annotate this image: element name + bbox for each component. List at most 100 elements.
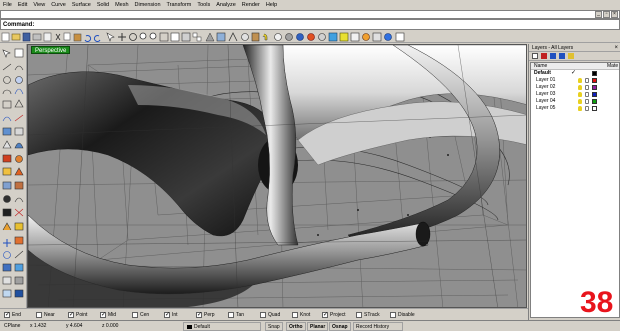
minimize-button[interactable]: _ bbox=[595, 11, 602, 18]
delete-layer-icon[interactable] bbox=[541, 53, 547, 59]
lock-icon[interactable] bbox=[585, 106, 589, 111]
osnap-perp[interactable]: ✓ Perp bbox=[196, 311, 215, 319]
menu-item-curve[interactable]: Curve bbox=[51, 0, 66, 10]
layer-name: Layer 04 bbox=[536, 98, 556, 104]
osnap-checkbox[interactable] bbox=[132, 312, 138, 318]
osnap-checkbox[interactable] bbox=[390, 312, 396, 318]
osnap-int[interactable]: ✓ Int bbox=[164, 311, 178, 319]
menu-item-tools[interactable]: Tools bbox=[197, 0, 210, 10]
menu-item-file[interactable]: File bbox=[3, 0, 12, 10]
light-bulb-icon[interactable] bbox=[578, 99, 582, 104]
move-up-icon[interactable] bbox=[550, 53, 556, 59]
layer-color-swatch[interactable] bbox=[592, 106, 597, 111]
layer-color-swatch[interactable] bbox=[592, 78, 597, 83]
osnap-knot[interactable]: Knot bbox=[292, 311, 310, 319]
layer-row[interactable]: Layer 02 bbox=[531, 84, 619, 91]
menu-item-mesh[interactable]: Mesh bbox=[115, 0, 128, 10]
lock-icon[interactable] bbox=[585, 92, 589, 97]
layer-color-swatch[interactable] bbox=[592, 92, 597, 97]
menu-item-render[interactable]: Render bbox=[242, 0, 260, 10]
planar-toggle[interactable]: Planar bbox=[307, 322, 329, 331]
viewport-title[interactable]: Perspective bbox=[31, 46, 71, 54]
record-history-toggle[interactable]: Record History bbox=[353, 322, 403, 331]
menu-item-surface[interactable]: Surface bbox=[72, 0, 91, 10]
chamfer-icon bbox=[14, 197, 24, 203]
lock-icon bbox=[251, 32, 260, 42]
osnap-point[interactable]: ✓ Point bbox=[68, 311, 87, 319]
osnap-cen[interactable]: Cen bbox=[132, 311, 149, 319]
main-toolbar-icons[interactable] bbox=[0, 44, 27, 320]
layer-row[interactable]: Default ✓ bbox=[531, 70, 619, 77]
layer-list-header: Name Mate bbox=[531, 63, 619, 70]
new-layer-icon[interactable] bbox=[532, 53, 538, 59]
osnap-checkbox[interactable]: ✓ bbox=[4, 312, 10, 318]
osnap-checkbox[interactable]: ✓ bbox=[164, 312, 170, 318]
layer-row[interactable]: Layer 03 bbox=[531, 91, 619, 98]
material-column-header[interactable]: Mate bbox=[607, 63, 618, 70]
undo-view-icon bbox=[181, 32, 191, 42]
restore-button[interactable]: ▫ bbox=[603, 11, 610, 18]
layer-color-swatch[interactable] bbox=[592, 99, 597, 104]
osnap-checkbox[interactable] bbox=[356, 312, 362, 318]
close-button[interactable]: × bbox=[611, 11, 618, 18]
ortho-toggle[interactable]: Ortho bbox=[286, 322, 306, 331]
standard-toolbar bbox=[0, 31, 620, 43]
point-tool-icon bbox=[14, 48, 24, 58]
command-input[interactable] bbox=[37, 20, 619, 29]
osnap-toggle[interactable]: Osnap bbox=[329, 322, 351, 331]
osnap-checkbox[interactable]: ✓ bbox=[196, 312, 202, 318]
osnap-disable[interactable]: Disable bbox=[390, 311, 415, 319]
lock-icon[interactable] bbox=[585, 78, 589, 83]
osnap-end[interactable]: ✓ End bbox=[4, 311, 21, 319]
toolbar-icons[interactable] bbox=[1, 32, 405, 43]
osnap-project[interactable]: ✓ Project bbox=[322, 311, 346, 319]
osnap-checkbox[interactable] bbox=[228, 312, 234, 318]
layer-color-swatch[interactable] bbox=[592, 71, 597, 76]
cplane-label: CPlane bbox=[4, 323, 21, 329]
current-layer-panel[interactable]: Default bbox=[183, 322, 261, 331]
light-bulb-icon[interactable] bbox=[578, 92, 582, 97]
osnap-checkbox[interactable] bbox=[36, 312, 42, 318]
light-bulb-icon[interactable] bbox=[578, 106, 582, 111]
pan-icon bbox=[118, 33, 126, 41]
osnap-tan[interactable]: Tan bbox=[228, 311, 244, 319]
layer-row[interactable]: Layer 01 bbox=[531, 77, 619, 84]
layer-row[interactable]: Layer 05 bbox=[531, 105, 619, 112]
menu-item-solid[interactable]: Solid bbox=[97, 0, 109, 10]
light-bulb-icon[interactable] bbox=[578, 85, 582, 90]
osnap-checkbox[interactable]: ✓ bbox=[322, 312, 328, 318]
lock-icon[interactable] bbox=[585, 99, 589, 104]
osnap-checkbox[interactable] bbox=[260, 312, 266, 318]
osnap-checkbox[interactable]: ✓ bbox=[100, 312, 106, 318]
close-icon[interactable]: × bbox=[614, 44, 618, 52]
layers-toolbar bbox=[529, 52, 620, 61]
filter-icon[interactable] bbox=[568, 53, 574, 59]
menu-item-analyze[interactable]: Analyze bbox=[216, 0, 236, 10]
osnap-label: Quad bbox=[268, 312, 281, 318]
light-bulb-icon[interactable] bbox=[578, 78, 582, 83]
osnap-near[interactable]: Near bbox=[36, 311, 55, 319]
perspective-viewport[interactable]: Perspective bbox=[27, 44, 527, 308]
redo-icon bbox=[93, 35, 101, 43]
layers-panel: Layers - All Layers × Name Mate Default … bbox=[528, 44, 620, 320]
lock-icon[interactable] bbox=[585, 85, 589, 90]
osnap-checkbox[interactable]: ✓ bbox=[68, 312, 74, 318]
layer-color-swatch[interactable] bbox=[592, 85, 597, 90]
osnap-checkbox[interactable] bbox=[292, 312, 298, 318]
menu-item-view[interactable]: View bbox=[33, 0, 45, 10]
menu-item-dimension[interactable]: Dimension bbox=[135, 0, 161, 10]
layer-color-swatch bbox=[187, 325, 192, 329]
move-down-icon[interactable] bbox=[559, 53, 565, 59]
menu-item-transform[interactable]: Transform bbox=[167, 0, 192, 10]
layer-name: Layer 03 bbox=[536, 91, 556, 97]
layer-row[interactable]: Layer 04 bbox=[531, 98, 619, 105]
name-column-header[interactable]: Name bbox=[534, 63, 547, 70]
osnap-mid[interactable]: ✓ Mid bbox=[100, 311, 116, 319]
menu-item-help[interactable]: Help bbox=[266, 0, 277, 10]
line-tool-icon bbox=[2, 63, 12, 71]
snap-toggle[interactable]: Snap bbox=[265, 322, 283, 331]
osnap-quad[interactable]: Quad bbox=[260, 311, 280, 319]
menu-item-edit[interactable]: Edit bbox=[18, 0, 27, 10]
osnap-label: Project bbox=[330, 312, 346, 318]
osnap-strack[interactable]: STrack bbox=[356, 311, 380, 319]
